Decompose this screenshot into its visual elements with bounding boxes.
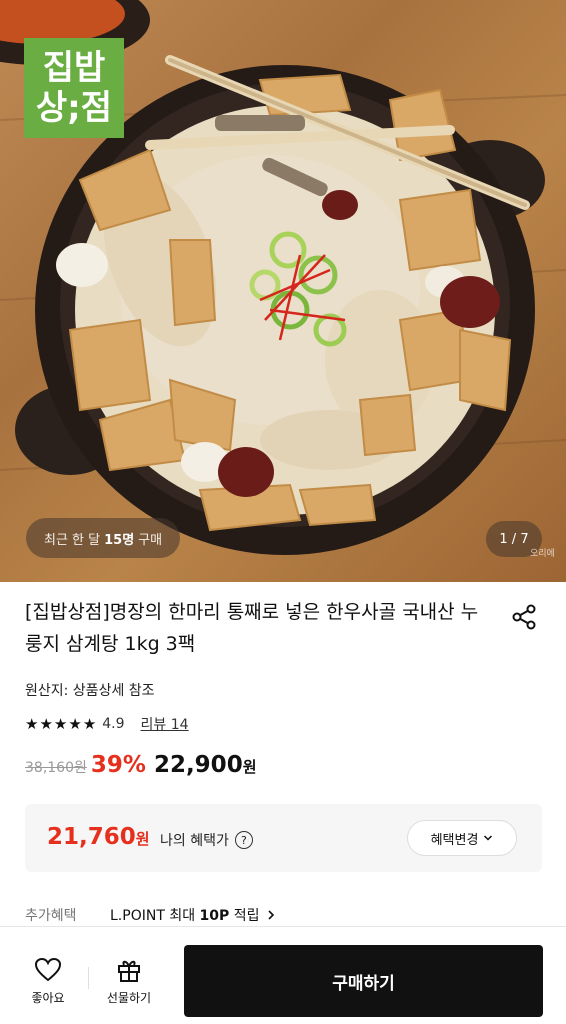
extra-benefit-row[interactable]: 추가혜택 L.POINT 최대 10P 적립 <box>25 905 276 925</box>
share-icon <box>512 604 536 630</box>
recent-purchase-badge: 최근 한 달 15명 구매 <box>26 518 181 558</box>
like-label: 좋아요 <box>31 991 65 1005</box>
benefit-price-value: 21,760 <box>47 824 136 850</box>
recent-purchase-prefix: 최근 한 달 <box>44 532 101 548</box>
review-link[interactable]: 리뷰 14 <box>141 714 189 734</box>
bottom-divider <box>88 967 89 989</box>
benefit-label-row: 나의 혜택가 ? <box>160 830 253 850</box>
product-image[interactable]: 집밥 상;점 최근 한 달 15명 구매 1 / 7 오리에 <box>0 0 566 582</box>
star-icon: ★ <box>25 715 39 733</box>
like-button[interactable]: 좋아요 <box>20 957 76 1006</box>
help-icon[interactable]: ? <box>234 831 253 849</box>
origin-info: 원산지: 상품상세 참조 <box>25 683 155 699</box>
price-row: 38,160원 39% 22,900 원 <box>25 752 257 778</box>
benefit-box: 21,760원 나의 혜택가 ? 혜택변경 <box>25 804 542 872</box>
product-title: [집밥상점]명장의 한마리 통째로 넣은 한우사골 국내산 누룽지 삼계탕 1k… <box>25 601 479 655</box>
star-icon: ★ <box>39 715 53 733</box>
share-button[interactable] <box>510 603 538 631</box>
extra-benefit-points: 10P <box>199 908 230 924</box>
brand-logo: 집밥 상;점 <box>24 38 124 138</box>
star-icon: ★ <box>53 715 68 733</box>
benefit-price-unit: 원 <box>135 830 150 848</box>
recent-purchase-count: 15명 <box>104 532 135 548</box>
buy-button[interactable]: 구매하기 <box>184 945 543 1017</box>
extra-benefit-prefix: L.POINT 최대 <box>110 908 196 924</box>
star-icon: ★ <box>68 715 82 733</box>
final-price-unit: 원 <box>242 758 257 776</box>
benefit-price: 21,760원 <box>47 824 150 850</box>
heart-icon <box>34 957 62 982</box>
chevron-right-icon <box>267 910 274 920</box>
recent-purchase-suffix: 구매 <box>138 532 163 548</box>
brand-logo-line1: 집밥 <box>42 48 106 88</box>
extra-benefit-value: L.POINT 최대 10P 적립 <box>110 905 260 925</box>
original-price: 38,160원 <box>25 760 87 776</box>
final-price: 22,900 <box>153 752 243 778</box>
star-icon: ★ <box>82 715 97 733</box>
chevron-down-icon <box>484 835 493 841</box>
extra-benefit-suffix: 적립 <box>233 908 260 924</box>
rating-score: 4.9 <box>102 716 125 732</box>
change-benefit-label: 혜택변경 <box>430 832 479 848</box>
gift-button[interactable]: 선물하기 <box>101 957 157 1006</box>
extra-benefit-label: 추가혜택 <box>25 908 77 924</box>
image-watermark: 오리에 <box>530 549 555 559</box>
gift-icon <box>118 960 140 982</box>
discount-rate: 39% <box>90 752 146 778</box>
brand-logo-line2: 상;점 <box>35 88 113 128</box>
gift-label: 선물하기 <box>106 991 152 1005</box>
change-benefit-button[interactable]: 혜택변경 <box>407 820 517 856</box>
bottom-action-bar: 좋아요 선물하기 구매하기 <box>0 926 566 1024</box>
benefit-label: 나의 혜택가 <box>160 833 229 849</box>
rating-row: ★ ★ ★ ★ ★ 4.9 리뷰 14 <box>25 714 189 734</box>
rating-stars: ★ ★ ★ ★ ★ <box>25 715 96 733</box>
